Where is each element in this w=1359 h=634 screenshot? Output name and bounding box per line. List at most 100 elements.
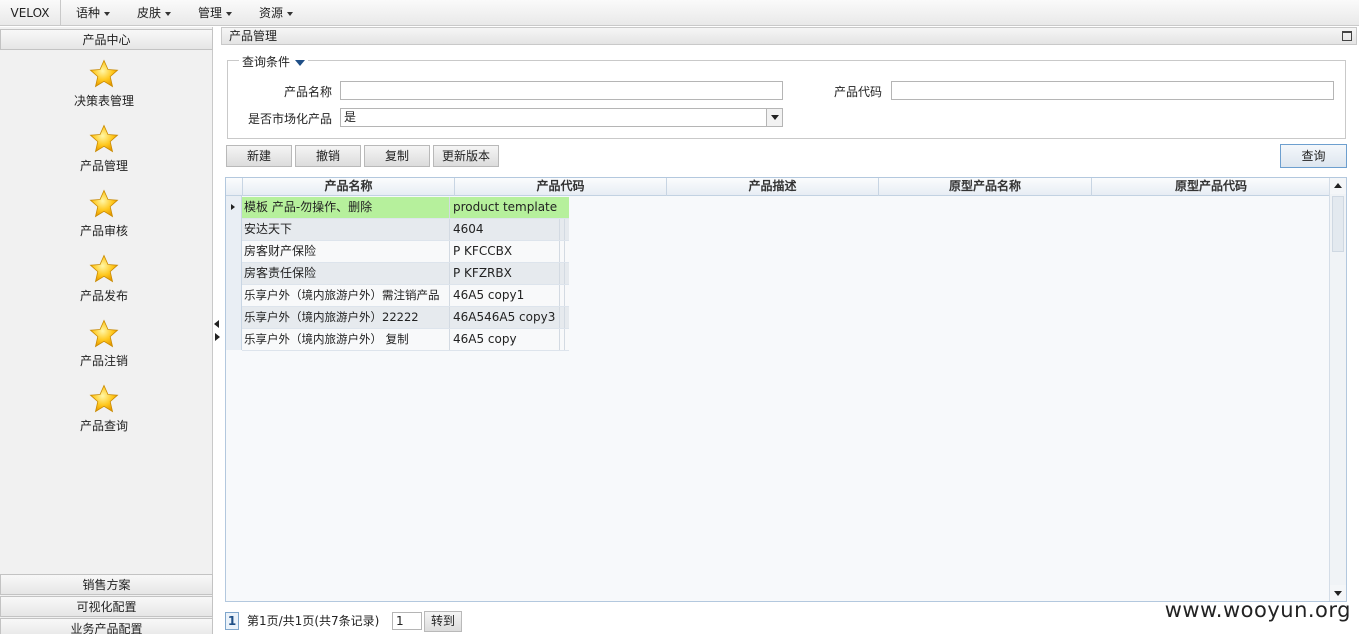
menu-skin-label: 皮肤 — [137, 6, 162, 20]
cell-divider — [559, 329, 565, 350]
sidebar-section-sales-plan[interactable]: 销售方案 — [0, 574, 213, 595]
collapse-triangle-icon — [295, 59, 306, 66]
column-header-prototype-code[interactable]: 原型产品代码 — [1092, 178, 1330, 196]
marketed-select[interactable]: 是 — [340, 108, 783, 127]
menu-language[interactable]: 语种 — [76, 0, 111, 26]
revoke-button[interactable]: 撤销 — [295, 145, 361, 167]
cell-divider — [449, 307, 450, 328]
sidebar-item-product-query[interactable]: 产品查询 — [40, 384, 168, 434]
marketed-select-value: 是 — [344, 110, 357, 124]
cell-divider — [559, 285, 565, 306]
sidebar-item-decision-table[interactable]: 决策表管理 — [40, 59, 168, 109]
grid-vertical-scrollbar[interactable] — [1329, 178, 1346, 601]
star-icon — [89, 319, 119, 348]
product-code-input[interactable] — [891, 81, 1334, 100]
star-icon — [89, 189, 119, 218]
scroll-thumb[interactable] — [1332, 196, 1344, 252]
column-header-product-code[interactable]: 产品代码 — [455, 178, 667, 196]
cell-product-name: 乐享户外（境内旅游户外）22222 — [244, 310, 419, 324]
cell-divider — [449, 219, 450, 240]
cell-product-code: P KFCCBX — [453, 244, 513, 258]
menu-skin[interactable]: 皮肤 — [137, 0, 172, 26]
sidebar-item-label: 产品查询 — [79, 419, 128, 433]
table-row[interactable]: 乐享户外（境内旅游户外）需注销产品 46A5 copy1 — [242, 285, 569, 307]
update-version-button[interactable]: 更新版本 — [433, 145, 499, 167]
sidebar-item-product-review[interactable]: 产品审核 — [40, 189, 168, 239]
cell-divider — [449, 197, 450, 218]
cell-product-code: P KFZRBX — [453, 266, 512, 280]
cell-divider — [559, 219, 565, 240]
sidebar: 产品中心 决策表管理 产品管理 产品审核 产品发布 产品注销 产品查询 销售方案… — [0, 27, 213, 634]
sidebar-collapse-toggle[interactable] — [213, 318, 221, 346]
sidebar-item-label: 决策表管理 — [73, 94, 134, 108]
chevron-down-icon — [287, 11, 294, 16]
cell-product-name: 乐享户外（境内旅游户外） 复制 — [244, 332, 409, 346]
product-name-label: 产品名称 — [283, 85, 332, 99]
maximize-icon[interactable] — [1342, 31, 1352, 41]
table-row[interactable]: 乐享户外（境内旅游户外） 复制 46A5 copy — [242, 329, 569, 351]
cell-divider — [449, 263, 450, 284]
row-number-column — [226, 196, 242, 350]
scroll-up-icon[interactable] — [1330, 178, 1346, 194]
menu-language-label: 语种 — [76, 6, 101, 20]
cell-product-name: 房客财产保险 — [244, 244, 317, 258]
column-header-prototype-name[interactable]: 原型产品名称 — [879, 178, 1092, 196]
top-menubar: VELOX 语种 皮肤 管理 资源 — [0, 0, 1359, 26]
cell-divider — [449, 329, 450, 350]
sidebar-item-product-publish[interactable]: 产品发布 — [40, 254, 168, 304]
sidebar-item-label: 产品注销 — [79, 354, 128, 368]
cell-product-code: 4604 — [453, 222, 484, 236]
menu-admin[interactable]: 管理 — [198, 0, 233, 26]
star-icon — [89, 254, 119, 283]
column-header-product-name[interactable]: 产品名称 — [243, 178, 455, 196]
sidebar-item-product-management[interactable]: 产品管理 — [40, 124, 168, 174]
cell-product-code: product template — [453, 200, 558, 214]
cell-divider — [559, 307, 565, 328]
sidebar-section-visual-config[interactable]: 可视化配置 — [0, 596, 213, 617]
chevron-down-icon[interactable] — [766, 109, 782, 126]
cell-product-code: 46A5 copy — [453, 332, 517, 346]
sidebar-item-label: 产品发布 — [79, 289, 128, 303]
table-row[interactable]: 安达天下 4604 — [242, 219, 569, 241]
page-number-1[interactable]: 1 — [225, 612, 239, 630]
cell-product-code: 46A546A5 copy3 — [453, 310, 556, 324]
star-icon — [89, 384, 119, 413]
watermark: www.wooyun.org — [1164, 598, 1351, 622]
product-grid: 产品名称 产品代码 产品描述 原型产品名称 原型产品代码 模板 产品-勿操作、删… — [225, 177, 1347, 602]
goto-page-button[interactable]: 转到 — [424, 611, 462, 632]
cell-product-name: 乐享户外（境内旅游户外）需注销产品 — [244, 288, 440, 302]
product-code-label: 产品代码 — [833, 85, 882, 99]
cell-product-name: 房客责任保险 — [244, 266, 317, 280]
search-button[interactable]: 查询 — [1280, 144, 1347, 168]
query-legend[interactable]: 查询条件 — [239, 53, 309, 70]
app-brand: VELOX — [0, 0, 61, 26]
table-row[interactable]: 房客财产保险 P KFCCBX — [242, 241, 569, 263]
sidebar-section-product-center[interactable]: 产品中心 — [0, 29, 213, 50]
copy-button[interactable]: 复制 — [364, 145, 430, 167]
sidebar-item-product-cancel[interactable]: 产品注销 — [40, 319, 168, 369]
chevron-down-icon — [226, 11, 233, 16]
table-row[interactable]: 乐享户外（境内旅游户外）22222 46A546A5 copy3 — [242, 307, 569, 329]
pager-summary: 第1页/共1页(共7条记录) — [247, 614, 380, 628]
query-fieldset: 查询条件 产品名称 产品代码 是否市场化产品 是 — [227, 53, 1346, 139]
goto-page-input[interactable]: 1 — [392, 612, 422, 630]
new-button[interactable]: 新建 — [226, 145, 292, 167]
sidebar-item-label: 产品审核 — [79, 224, 128, 238]
table-row[interactable]: 模板 产品-勿操作、删除 product template — [242, 197, 569, 219]
cell-divider — [559, 263, 565, 284]
menu-resources[interactable]: 资源 — [259, 0, 294, 26]
main-panel: 产品管理 查询条件 产品名称 产品代码 是否市场化产品 是 新建 撤销 复制 更… — [221, 27, 1357, 634]
star-icon — [89, 124, 119, 153]
expand-right-icon — [215, 333, 220, 341]
column-header-product-description[interactable]: 产品描述 — [667, 178, 879, 196]
menu-admin-label: 管理 — [198, 6, 223, 20]
table-row[interactable]: 房客责任保险 P KFZRBX — [242, 263, 569, 285]
grid-header: 产品名称 产品代码 产品描述 原型产品名称 原型产品代码 — [226, 178, 1330, 196]
menu-resources-label: 资源 — [259, 6, 284, 20]
star-icon — [89, 59, 119, 88]
product-name-input[interactable] — [340, 81, 783, 100]
marketed-label: 是否市场化产品 — [247, 112, 332, 126]
panel-title: 产品管理 — [229, 29, 278, 43]
cell-divider — [559, 241, 565, 262]
sidebar-section-business-product-config[interactable]: 业务产品配置 — [0, 618, 213, 634]
